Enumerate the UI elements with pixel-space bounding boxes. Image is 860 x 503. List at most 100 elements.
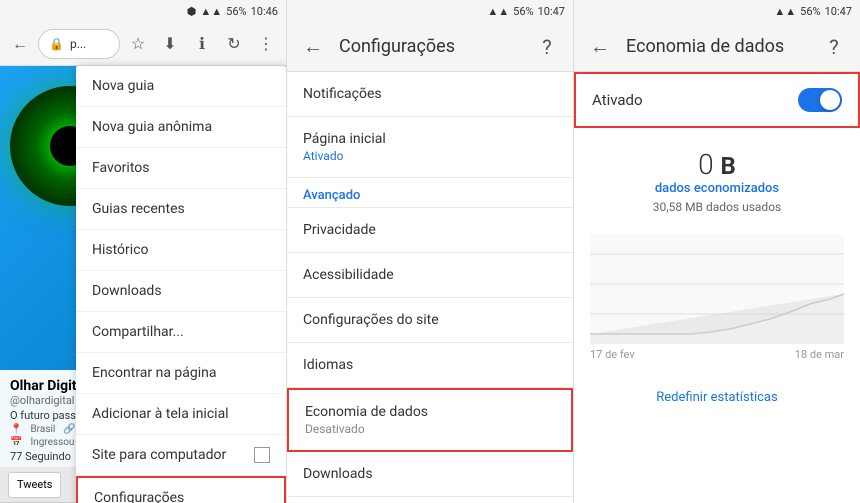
settings-item-notificacoes[interactable]: Notificações bbox=[287, 72, 573, 117]
chart-area: 17 de fev 18 de mar bbox=[574, 234, 860, 374]
settings-item-downloads[interactable]: Downloads bbox=[287, 452, 573, 497]
menu-item-historico[interactable]: Histórico bbox=[76, 230, 286, 271]
menu-item-label: Configurações bbox=[94, 490, 184, 503]
section-avancado: Avançado bbox=[287, 178, 573, 208]
menu-item-downloads[interactable]: Downloads bbox=[76, 271, 286, 312]
settings-item-pagina-inicial[interactable]: Página inicial Ativado bbox=[287, 117, 573, 178]
bluetooth-icon: ⬢ bbox=[187, 5, 197, 18]
item-title: Acessibilidade bbox=[303, 267, 557, 283]
item-title: Configurações do site bbox=[303, 312, 557, 328]
status-bar-1: ⬢ ▲▲ 56% 10:46 bbox=[0, 0, 286, 22]
settings-item-economia[interactable]: Economia de dados Desativado bbox=[287, 388, 573, 452]
info-icon[interactable]: ℹ bbox=[188, 30, 216, 58]
reset-link[interactable]: Redefinir estatísticas bbox=[656, 390, 777, 405]
signal-icon-3: ▲▲ bbox=[774, 5, 796, 18]
settings-item-config-site[interactable]: Configurações do site bbox=[287, 298, 573, 343]
ativado-label: Ativado bbox=[592, 91, 643, 109]
dropdown-menu: Nova guia Nova guia anônima Favoritos Gu… bbox=[76, 66, 286, 503]
settings-item-acessibilidade[interactable]: Acessibilidade bbox=[287, 253, 573, 298]
data-chart bbox=[590, 234, 844, 344]
item-title: Notificações bbox=[303, 86, 557, 102]
tab-tweets[interactable]: Tweets bbox=[8, 472, 61, 498]
menu-item-nova-anonima[interactable]: Nova guia anônima bbox=[76, 107, 286, 148]
menu-item-label: Downloads bbox=[92, 283, 162, 299]
address-text: p... bbox=[70, 37, 86, 51]
item-subtitle: Desativado bbox=[305, 422, 555, 436]
time-display-2: 10:47 bbox=[538, 5, 565, 18]
time-display: 10:46 bbox=[251, 5, 278, 18]
settings-title: Configurações bbox=[339, 36, 521, 57]
economia-title: Economia de dados bbox=[626, 36, 808, 57]
joined-text: Ingressou bbox=[30, 437, 74, 448]
menu-item-site-computador[interactable]: Site para computador bbox=[76, 435, 286, 476]
menu-item-encontrar[interactable]: Encontrar na página bbox=[76, 353, 286, 394]
panel-browser: ⬢ ▲▲ 56% 10:46 ← 🔒 p... ☆ ⬇ ℹ ↻ ⋮ Olhar … bbox=[0, 0, 287, 503]
data-saved-label: dados economizados bbox=[590, 181, 844, 196]
refresh-icon[interactable]: ↻ bbox=[220, 30, 248, 58]
menu-item-favoritos[interactable]: Favoritos bbox=[76, 148, 286, 189]
menu-icon[interactable]: ⋮ bbox=[252, 30, 280, 58]
settings-item-privacidade[interactable]: Privacidade bbox=[287, 208, 573, 253]
download-icon[interactable]: ⬇ bbox=[156, 30, 184, 58]
help-icon-economia[interactable]: ? bbox=[820, 33, 848, 61]
status-bar-2: ▲▲ 56% 10:47 bbox=[287, 0, 573, 22]
address-bar[interactable]: 🔒 p... bbox=[38, 29, 120, 59]
battery-text: 56% bbox=[226, 5, 246, 18]
calendar-icon: 📅 bbox=[10, 437, 22, 448]
menu-item-nova-guia[interactable]: Nova guia bbox=[76, 66, 286, 107]
link-icon: 🔗 bbox=[63, 424, 75, 435]
location-icon: 📍 bbox=[10, 424, 22, 435]
chart-date-start: 17 de fev bbox=[590, 348, 635, 361]
menu-item-compartilhar[interactable]: Compartilhar... bbox=[76, 312, 286, 353]
menu-item-label: Nova guia bbox=[92, 78, 154, 94]
menu-item-label: Encontrar na página bbox=[92, 365, 217, 381]
lock-icon: 🔒 bbox=[49, 37, 64, 51]
menu-item-adicionar[interactable]: Adicionar à tela inicial bbox=[76, 394, 286, 435]
data-saved-amount: 0 B bbox=[590, 148, 844, 181]
menu-item-label: Adicionar à tela inicial bbox=[92, 406, 229, 422]
menu-item-label: Site para computador bbox=[92, 447, 226, 463]
economia-content: Ativado 0 B dados economizados 30,58 MB … bbox=[574, 72, 860, 503]
ativado-toggle[interactable] bbox=[798, 88, 842, 112]
back-button-settings[interactable]: ← bbox=[299, 33, 327, 61]
back-button[interactable]: ← bbox=[6, 30, 34, 58]
item-title: Downloads bbox=[303, 466, 557, 482]
ativado-row: Ativado bbox=[574, 72, 860, 128]
status-bar-3: ▲▲ 56% 10:47 bbox=[574, 0, 860, 22]
checkbox-icon bbox=[254, 447, 270, 463]
settings-header: ← Configurações ? bbox=[287, 22, 573, 72]
menu-item-label: Compartilhar... bbox=[92, 324, 184, 340]
browser-toolbar: ← 🔒 p... ☆ ⬇ ℹ ↻ ⋮ bbox=[0, 22, 286, 66]
economia-header: ← Economia de dados ? bbox=[574, 22, 860, 72]
help-icon-settings[interactable]: ? bbox=[533, 33, 561, 61]
menu-item-label: Guias recentes bbox=[92, 201, 185, 217]
panel-configuracoes: ▲▲ 56% 10:47 ← Configurações ? Notificaç… bbox=[287, 0, 574, 503]
back-button-economia[interactable]: ← bbox=[586, 33, 614, 61]
item-title: Página inicial bbox=[303, 131, 557, 147]
menu-item-guias-recentes[interactable]: Guias recentes bbox=[76, 189, 286, 230]
profile-location: Brasil bbox=[30, 424, 55, 435]
settings-list: Notificações Página inicial Ativado Avan… bbox=[287, 72, 573, 503]
item-title: Idiomas bbox=[303, 357, 557, 373]
reset-stats: Redefinir estatísticas bbox=[574, 374, 860, 417]
menu-item-label: Nova guia anônima bbox=[92, 119, 212, 135]
menu-item-label: Favoritos bbox=[92, 160, 149, 176]
item-title: Privacidade bbox=[303, 222, 557, 238]
signal-icon: ▲▲ bbox=[200, 5, 222, 18]
chart-dates: 17 de fev 18 de mar bbox=[590, 348, 844, 361]
time-display-3: 10:47 bbox=[825, 5, 852, 18]
battery-icon-3: 56% bbox=[800, 5, 820, 18]
item-title: Economia de dados bbox=[305, 404, 555, 420]
tab-label: Tweets bbox=[17, 478, 52, 491]
battery-icon-2: 56% bbox=[513, 5, 533, 18]
data-stats: 0 B dados economizados 30,58 MB dados us… bbox=[574, 128, 860, 234]
bookmark-icon[interactable]: ☆ bbox=[124, 30, 152, 58]
signal-icon-2: ▲▲ bbox=[487, 5, 509, 18]
item-subtitle: Ativado bbox=[303, 149, 557, 163]
menu-item-configuracoes[interactable]: Configurações bbox=[76, 476, 286, 503]
settings-item-idiomas[interactable]: Idiomas bbox=[287, 343, 573, 388]
data-used: 30,58 MB dados usados bbox=[590, 200, 844, 214]
settings-item-sobre[interactable]: Sobre o Google Chrome bbox=[287, 497, 573, 503]
panel-economia: ▲▲ 56% 10:47 ← Economia de dados ? Ativa… bbox=[574, 0, 860, 503]
chart-date-end: 18 de mar bbox=[795, 348, 844, 361]
